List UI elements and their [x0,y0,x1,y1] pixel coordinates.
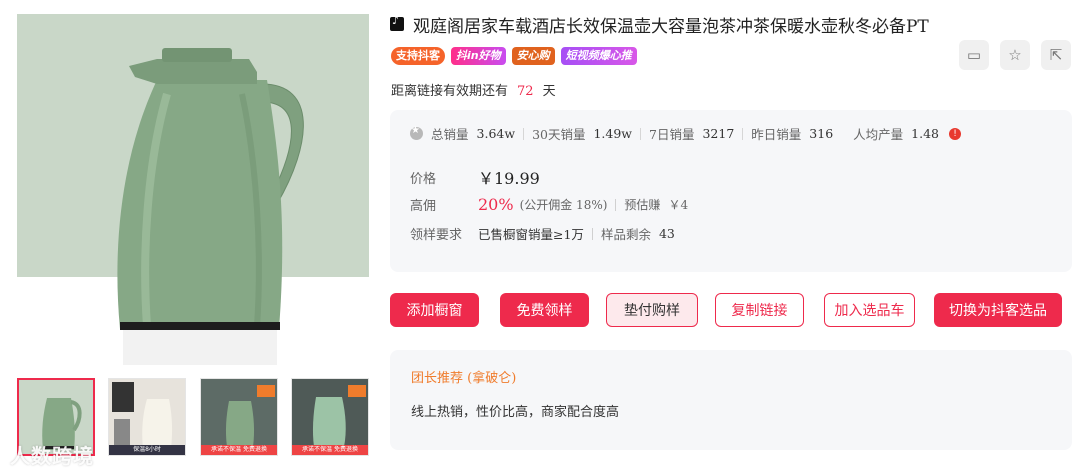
add-window-button[interactable]: 添加橱窗 [390,293,479,327]
thumbnail-2[interactable]: 保温8小时 [108,378,186,456]
copy-link-button[interactable]: 复制链接 [715,293,804,327]
leader-recommend-panel: 团长推荐 (拿破仑) 线上热销，性价比高，商家配合度高 [390,350,1072,450]
sales-stats: 总销量 3.64w 30天销量 1.49w 7日销量 3217 昨日销量 316… [410,124,962,143]
tag-douin-goods: 抖in好物 [451,47,506,65]
star-icon[interactable]: ☆ [1000,40,1030,70]
commission-row: 高佣 20% (公开佣金 18%) 预估赚 ￥4 [410,195,688,214]
price-label: 价格 [410,171,437,187]
sample-remaining-value: 43 [658,226,675,241]
sales-30d-value: 1.49w [593,126,633,141]
add-cart-button[interactable]: 加入选品车 [824,293,915,327]
sales-7d-label: 7日销量 [649,127,695,142]
sales-info-panel: 总销量 3.64w 30天销量 1.49w 7日销量 3217 昨日销量 316… [390,110,1072,272]
thumbnail-caption: 承诺不保温 免费退换 [292,445,368,455]
total-sales-label: 总销量 [431,127,469,142]
sales-yesterday-label: 昨日销量 [751,127,802,142]
price-value: ￥19.99 [478,169,540,188]
sales-30d-label: 30天销量 [532,127,586,142]
expiry-suffix: 天 [542,84,556,99]
commission-label: 高佣 [410,199,437,214]
sales-7d-value: 3217 [702,126,735,141]
expiry-days: 72 [517,84,534,99]
switch-douke-button[interactable]: 切换为抖客选品 [934,293,1062,327]
watermark-logo: 人数跨境 [10,444,94,468]
sample-remaining-label: 样品剩余 [600,227,651,242]
public-commission: (公开佣金 18%) [519,198,608,212]
recommend-title: 团长推荐 (拿破仑) [411,371,517,386]
estimate-value: ￥4 [668,198,689,212]
product-title[interactable]: 观庭阁居家车载酒店长效保温壶大容量泡茶冲茶保暖水壶秋冬必备PT [413,12,929,37]
thumbnail-caption: 保温8小时 [109,445,185,455]
per-capita-label: 人均产量 [853,127,904,142]
card-icon[interactable]: ▭ [959,40,989,70]
sample-label: 领样要求 [410,228,463,243]
expiry-prefix: 距离链接有效期还有 [391,84,509,99]
thumbnail-4[interactable]: 承诺不保温 免费退换 [291,378,369,456]
product-title-row: 观庭阁居家车载酒店长效保温壶大容量泡茶冲茶保暖水壶秋冬必备PT [390,12,950,37]
prepay-sample-button[interactable]: 垫付购样 [606,293,698,327]
free-sample-button[interactable]: 免费领样 [500,293,589,327]
thumbnail-3[interactable]: 承诺不保温 免费退换 [200,378,278,456]
sample-requirement: 已售橱窗销量≥1万 [478,227,584,242]
tag-support-douke: 支持抖客 [391,47,445,65]
tag-safe-buy: 安心购 [511,47,555,65]
link-expiry: 距离链接有效期还有 72 天 [391,80,556,99]
total-sales-value: 3.64w [476,126,516,141]
tag-short-video: 短视频爆心推 [560,47,637,65]
sample-row: 领样要求 已售橱窗销量≥1万 样品剩余 43 [410,224,675,243]
sales-yesterday-value: 316 [809,126,834,141]
douyin-icon [390,14,404,31]
header-actions: ▭ ☆ ⇱ [959,40,1071,70]
stats-icon [410,125,423,140]
share-icon[interactable]: ⇱ [1041,40,1071,70]
commission-rate: 20% [478,195,514,214]
info-icon[interactable]: ! [949,127,962,140]
thumbnail-caption: 承诺不保温 免费退换 [201,445,277,455]
recommend-text: 线上热销，性价比高，商家配合度高 [411,405,620,420]
per-capita-value: 1.48 [911,126,940,141]
price-row: 价格 ￥19.99 [410,165,540,189]
product-tags: 支持抖客 抖in好物 安心购 短视频爆心推 [391,47,637,65]
product-main-image [17,14,369,365]
estimate-label: 预估赚 [624,198,661,212]
